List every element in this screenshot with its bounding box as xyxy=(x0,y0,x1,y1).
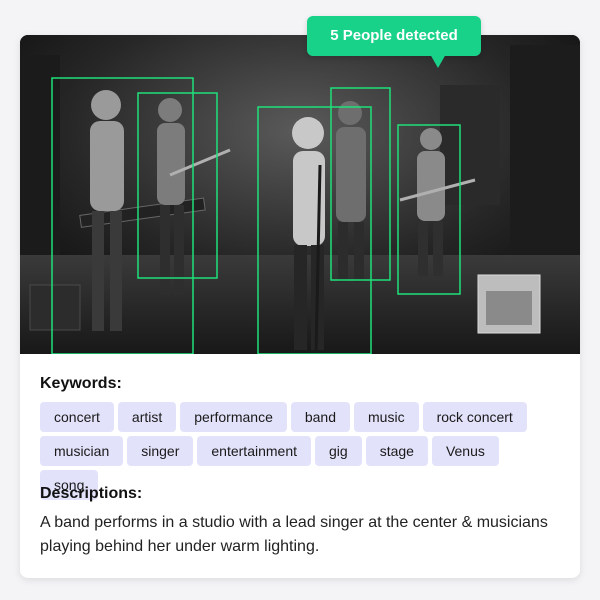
keyword-tag[interactable]: gig xyxy=(315,436,362,466)
keyword-tag[interactable]: Venus xyxy=(431,436,499,466)
keyword-tag[interactable]: rock concert xyxy=(422,402,527,432)
keyword-tag[interactable]: artist xyxy=(117,402,177,432)
keyword-tag[interactable]: singer xyxy=(127,436,194,466)
people-detected-badge: 5 People detected xyxy=(307,16,481,56)
keyword-tag[interactable]: music xyxy=(354,402,419,432)
keyword-tag[interactable]: performance xyxy=(180,402,287,432)
keywords-title: Keywords: xyxy=(40,375,122,392)
keyword-tag[interactable]: stage xyxy=(365,436,428,466)
keyword-tag[interactable]: entertainment xyxy=(197,436,311,466)
keyword-tag[interactable]: musician xyxy=(40,436,124,466)
band-photo xyxy=(20,35,580,354)
description-text: A band performs in a studio with a lead … xyxy=(40,514,548,555)
descriptions-title: Descriptions: xyxy=(40,485,143,502)
badge-pointer xyxy=(430,54,446,68)
keyword-tag[interactable]: concert xyxy=(40,402,114,432)
keyword-tag[interactable]: band xyxy=(290,402,351,432)
